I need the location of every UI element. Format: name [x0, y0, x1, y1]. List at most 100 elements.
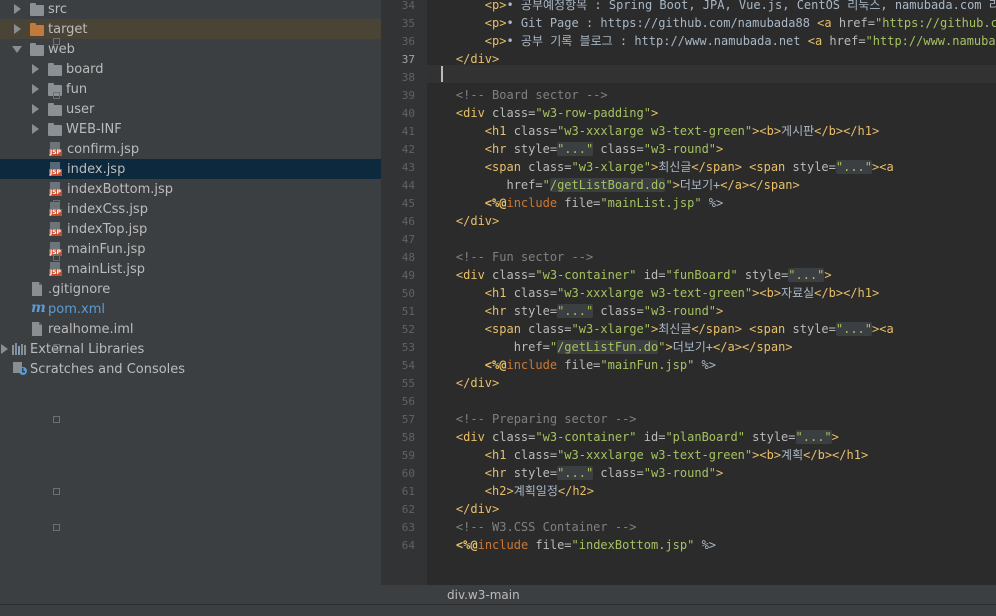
line-number: 52 [401, 323, 415, 336]
tree-item-user[interactable]: user [0, 99, 381, 119]
tree-item-indexbottom-jsp[interactable]: JSP indexBottom.jsp [0, 179, 381, 199]
line-number: 60 [401, 467, 415, 480]
chevron-right-icon[interactable] [32, 64, 39, 74]
tree-item-gitignore[interactable]: .gitignore [0, 279, 381, 299]
folder-icon [30, 3, 44, 16]
chevron-right-icon[interactable] [14, 4, 21, 14]
line-number: 59 [401, 449, 415, 462]
tree-item-indextop-jsp[interactable]: JSP indexTop.jsp [0, 219, 381, 239]
tree-item-label: fun [66, 81, 88, 97]
tree-item-mainlist-jsp[interactable]: JSP mainList.jsp [0, 259, 381, 279]
line-number: 51 [401, 305, 415, 318]
line-number: 47 [401, 233, 415, 246]
fold-marker-icon[interactable] [53, 524, 60, 531]
line-number: 34 [401, 0, 415, 12]
fold-marker-icon[interactable] [53, 92, 60, 99]
line-number: 39 [401, 89, 415, 102]
chevron-down-icon[interactable] [12, 46, 22, 53]
code-line: <h1 class="w3-xxxlarge w3-text-green"><b… [484, 286, 880, 300]
line-number: 61 [401, 485, 415, 498]
code-editor[interactable]: <p>• 공부예정항목 : Spring Boot, JPA, Vue.js, … [427, 0, 996, 585]
code-line: <p>• 공부예정항목 : Spring Boot, JPA, Vue.js, … [484, 0, 996, 12]
tree-item-label: Scratches and Consoles [30, 361, 186, 377]
fold-marker-icon[interactable] [53, 200, 60, 207]
tree-item-board[interactable]: board [0, 59, 381, 79]
code-line: </div> [455, 376, 500, 390]
line-number: 44 [401, 179, 415, 192]
line-number: 57 [401, 413, 415, 426]
tree-item-label: indexBottom.jsp [67, 181, 174, 197]
tree-item-label: index.jsp [67, 161, 126, 177]
tree-item-label: target [48, 21, 88, 37]
folder-icon [30, 23, 44, 36]
line-number: 43 [401, 161, 415, 174]
tree-item-confirm-jsp[interactable]: JSP confirm.jsp [0, 139, 381, 159]
code-line: href="/getListFun.do">더보기+</a></span> [513, 340, 793, 354]
code-line: <!-- Fun sector --> [455, 250, 594, 264]
code-line: <div class="w3-row-padding"> [455, 106, 659, 120]
tree-item-label: user [66, 101, 95, 117]
code-line: <h1 class="w3-xxxlarge w3-text-green"><b… [484, 124, 880, 138]
fold-marker-icon[interactable] [53, 344, 60, 351]
code-line: <span class="w3-xlarge">최신글</span> <span… [484, 160, 894, 174]
fold-marker-icon[interactable] [53, 488, 60, 495]
fold-marker-icon[interactable] [53, 254, 60, 261]
tree-item-src[interactable]: src [0, 0, 381, 19]
code-line: <div class="w3-container" id="funBoard" … [455, 268, 832, 282]
tree-item-web-inf[interactable]: WEB-INF [0, 119, 381, 139]
chevron-right-icon[interactable] [1, 344, 8, 354]
line-number: 53 [401, 341, 415, 354]
tree-item-index-jsp[interactable]: JSP index.jsp [0, 159, 381, 179]
tree-item-scratches-and-consoles[interactable]: Scratches and Consoles [0, 359, 381, 379]
line-number-gutter: 34 35 36 37 38 39 40 41 42 43 44 45 46 47 48 49 50 51 52 53… [381, 0, 427, 585]
code-line: <hr style="..." class="w3-round"> [484, 466, 724, 480]
chevron-right-icon[interactable] [32, 104, 39, 114]
tree-item-label: confirm.jsp [67, 141, 140, 157]
line-number: 50 [401, 287, 415, 300]
breadcrumb-div-w3-main[interactable]: div.w3-main [447, 588, 520, 602]
jsp-file-icon: JSP [49, 222, 62, 236]
line-number: 40 [401, 107, 415, 120]
chevron-right-icon[interactable] [32, 124, 39, 134]
line-number: 38 [401, 71, 415, 84]
line-number: 55 [401, 377, 415, 390]
code-line: </div> [455, 502, 500, 516]
tree-item-label: board [66, 61, 104, 77]
line-number: 46 [401, 215, 415, 228]
line-number: 37 [401, 53, 415, 66]
line-number: 62 [401, 503, 415, 516]
line-number: 42 [401, 143, 415, 156]
jsp-file-icon: JSP [49, 182, 62, 196]
line-number: 49 [401, 269, 415, 282]
file-icon [31, 282, 43, 300]
fold-marker-icon[interactable] [53, 416, 60, 423]
current-line-highlight [427, 65, 996, 83]
chevron-right-icon[interactable] [32, 84, 39, 94]
tree-item-label: WEB-INF [66, 121, 122, 137]
folder-icon [48, 103, 62, 116]
line-number: 64 [401, 539, 415, 552]
code-line: href="/getListBoard.do">더보기+</a></span> [506, 178, 800, 192]
project-tree-panel: src target web board fun user WEB-INF JSP confir… [0, 0, 382, 604]
line-number: 41 [401, 125, 415, 138]
code-line: <!-- W3.CSS Container --> [455, 520, 637, 534]
code-line: <h1 class="w3-xxxlarge w3-text-green"><b… [484, 448, 869, 462]
code-line: <%@include file="mainFun.jsp" %> [484, 358, 717, 372]
chevron-right-icon[interactable] [14, 24, 21, 34]
code-line: <div class="w3-container" id="planBoard"… [455, 430, 839, 444]
folder-icon [48, 123, 62, 136]
line-number: 36 [401, 35, 415, 48]
jsp-file-icon: JSP [49, 142, 62, 156]
tree-item-target[interactable]: target [0, 19, 381, 39]
fold-marker-icon[interactable] [53, 38, 60, 45]
code-line: <%@include file="indexBottom.jsp" %> [455, 538, 717, 552]
tree-item-pom-xml[interactable]: m pom.xml [0, 299, 381, 319]
maven-icon: m [31, 300, 46, 316]
file-icon [31, 322, 43, 340]
tree-item-label: mainFun.jsp [67, 241, 146, 257]
tree-item-label: mainList.jsp [67, 261, 145, 277]
folder-icon [48, 63, 62, 76]
tree-item-label: indexCss.jsp [67, 201, 148, 217]
tree-item-realhome-iml[interactable]: realhome.iml [0, 319, 381, 339]
tree-item-label: realhome.iml [48, 321, 134, 337]
